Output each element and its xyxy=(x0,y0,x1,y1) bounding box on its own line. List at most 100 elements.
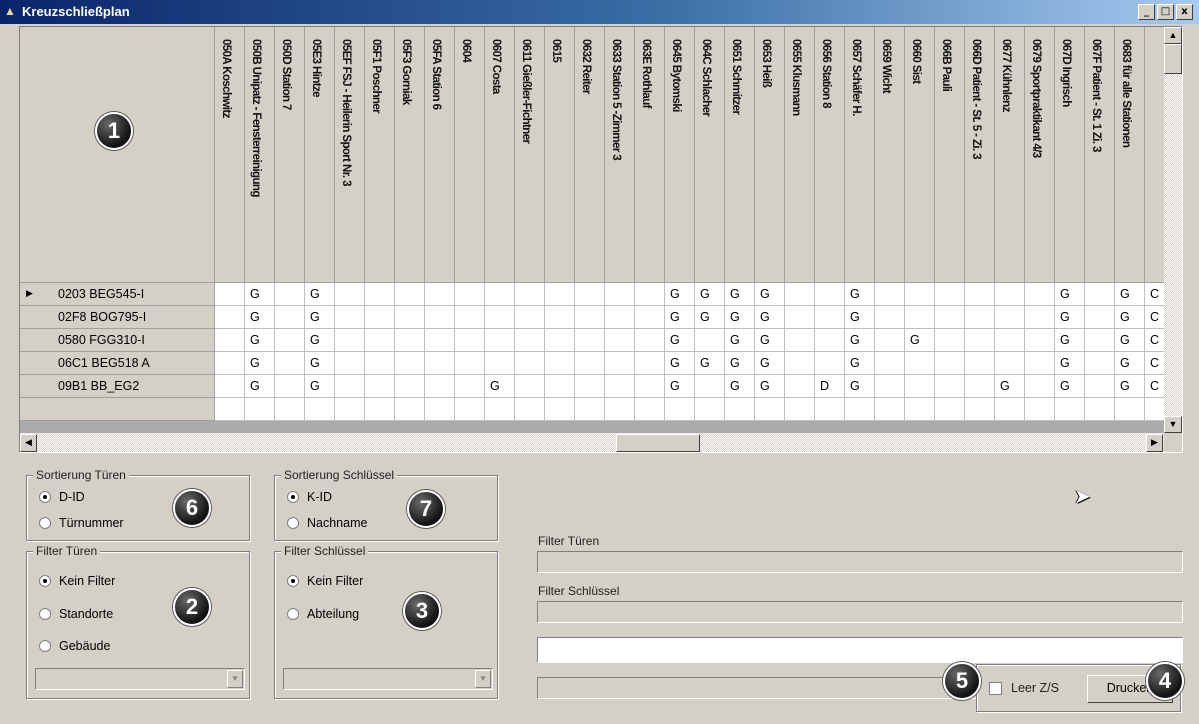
grid-cell[interactable] xyxy=(305,398,335,421)
column-header[interactable]: 0683 für alle Stationen xyxy=(1115,27,1145,283)
grid-cell[interactable] xyxy=(335,398,365,421)
grid-cell[interactable]: G xyxy=(1055,283,1085,306)
grid-cell[interactable] xyxy=(695,398,725,421)
grid-cell[interactable] xyxy=(515,375,545,398)
grid-cell[interactable]: G xyxy=(245,283,275,306)
grid-cell[interactable] xyxy=(455,398,485,421)
grid-cell[interactable]: G xyxy=(1115,306,1145,329)
grid-cell[interactable] xyxy=(695,329,725,352)
column-header[interactable]: 050D Station 7 xyxy=(275,27,305,283)
row-header[interactable]: 09B1 BB_EG2 xyxy=(20,375,215,398)
radio-button[interactable] xyxy=(287,608,299,620)
column-header[interactable]: 0659 Wicht xyxy=(875,27,905,283)
grid-cell[interactable] xyxy=(365,283,395,306)
grid-cell[interactable] xyxy=(275,352,305,375)
grid-cell[interactable] xyxy=(425,375,455,398)
grid-cell[interactable] xyxy=(575,306,605,329)
column-header[interactable]: 0679 Sportpraktikant 4/3 xyxy=(1025,27,1055,283)
column-header[interactable]: 0651 Schmitzer xyxy=(725,27,755,283)
grid-cell[interactable] xyxy=(785,375,815,398)
grid-cell[interactable] xyxy=(275,306,305,329)
grid-cell[interactable] xyxy=(515,352,545,375)
free-text-input[interactable] xyxy=(537,637,1183,663)
radio-button[interactable] xyxy=(39,517,51,529)
grid-cell[interactable] xyxy=(875,306,905,329)
grid-cell[interactable] xyxy=(605,352,635,375)
grid-cell[interactable] xyxy=(425,398,455,421)
column-header[interactable]: 0653 Heiß xyxy=(755,27,785,283)
grid-cell[interactable] xyxy=(1025,306,1055,329)
column-header[interactable]: 0604 xyxy=(455,27,485,283)
grid-cell[interactable] xyxy=(785,329,815,352)
vertical-scrollbar[interactable]: ▲ ▼ xyxy=(1164,27,1182,433)
grid-cell[interactable] xyxy=(395,398,425,421)
grid-cell[interactable] xyxy=(545,306,575,329)
grid-cell[interactable] xyxy=(785,306,815,329)
radio-button[interactable] xyxy=(287,517,299,529)
grid-cell[interactable] xyxy=(545,283,575,306)
grid-cell[interactable] xyxy=(935,283,965,306)
grid-cell[interactable] xyxy=(1085,329,1115,352)
grid-cell[interactable]: G xyxy=(1115,283,1145,306)
grid-cell[interactable] xyxy=(965,283,995,306)
column-header[interactable]: 0656 Station 8 xyxy=(815,27,845,283)
grid-cell[interactable] xyxy=(335,352,365,375)
grid-cell[interactable] xyxy=(1025,352,1055,375)
grid-cell[interactable] xyxy=(995,306,1025,329)
scroll-up-button[interactable]: ▲ xyxy=(1164,27,1182,44)
radio-button[interactable] xyxy=(39,575,51,587)
grid-cell[interactable]: G xyxy=(665,306,695,329)
row-header[interactable] xyxy=(20,398,215,421)
grid-cell[interactable]: G xyxy=(845,352,875,375)
grid-cell[interactable]: G xyxy=(665,375,695,398)
grid-cell[interactable]: G xyxy=(1115,375,1145,398)
horizontal-scrollbar[interactable]: ◀ ▶ xyxy=(20,433,1164,452)
grid-cell[interactable] xyxy=(395,329,425,352)
grid-cell[interactable] xyxy=(425,352,455,375)
grid-cell[interactable] xyxy=(335,283,365,306)
filter-doors-option-buildings[interactable]: Gebäude xyxy=(39,639,110,653)
grid-cell[interactable] xyxy=(815,306,845,329)
grid-cell[interactable] xyxy=(995,352,1025,375)
grid-cell[interactable] xyxy=(875,398,905,421)
grid-cell[interactable] xyxy=(905,398,935,421)
radio-button[interactable] xyxy=(39,491,51,503)
grid-cell[interactable]: G xyxy=(305,352,335,375)
grid-cell[interactable] xyxy=(215,329,245,352)
grid-cell[interactable] xyxy=(485,352,515,375)
grid-cell[interactable] xyxy=(1085,306,1115,329)
radio-button[interactable] xyxy=(287,491,299,503)
filter-keys-combo[interactable]: ▼ xyxy=(283,668,493,690)
grid-cell[interactable] xyxy=(365,398,395,421)
grid-cell[interactable] xyxy=(275,398,305,421)
grid-cell[interactable] xyxy=(875,352,905,375)
column-header[interactable]: 066B Pauli xyxy=(935,27,965,283)
grid-cell[interactable]: G xyxy=(845,283,875,306)
grid-cell[interactable]: G xyxy=(305,283,335,306)
grid-cell[interactable]: D xyxy=(815,375,845,398)
grid-cell[interactable] xyxy=(575,329,605,352)
grid-cell[interactable] xyxy=(485,306,515,329)
grid-cell[interactable] xyxy=(425,306,455,329)
grid-cell[interactable] xyxy=(215,375,245,398)
grid-cell[interactable] xyxy=(815,329,845,352)
grid-cell[interactable]: G xyxy=(305,306,335,329)
grid-cell[interactable] xyxy=(455,306,485,329)
grid-cell[interactable]: G xyxy=(485,375,515,398)
grid-cell[interactable] xyxy=(515,283,545,306)
column-header[interactable]: 0632 Reiter xyxy=(575,27,605,283)
grid-cell[interactable] xyxy=(815,398,845,421)
filter-keys-option-department[interactable]: Abteilung xyxy=(287,607,359,621)
radio-button[interactable] xyxy=(287,575,299,587)
grid-cell[interactable] xyxy=(515,398,545,421)
grid-cell[interactable] xyxy=(635,329,665,352)
column-header[interactable]: 066D Patient - St. 5 - Zi. 3 xyxy=(965,27,995,283)
grid-cell[interactable]: G xyxy=(1115,329,1145,352)
grid-cell[interactable] xyxy=(515,329,545,352)
grid-cell[interactable]: G xyxy=(845,375,875,398)
grid-cell[interactable] xyxy=(365,352,395,375)
grid-cell[interactable] xyxy=(905,375,935,398)
grid-cell[interactable]: G xyxy=(695,352,725,375)
grid-cell[interactable] xyxy=(545,375,575,398)
column-header[interactable]: 064C Schlacher xyxy=(695,27,725,283)
